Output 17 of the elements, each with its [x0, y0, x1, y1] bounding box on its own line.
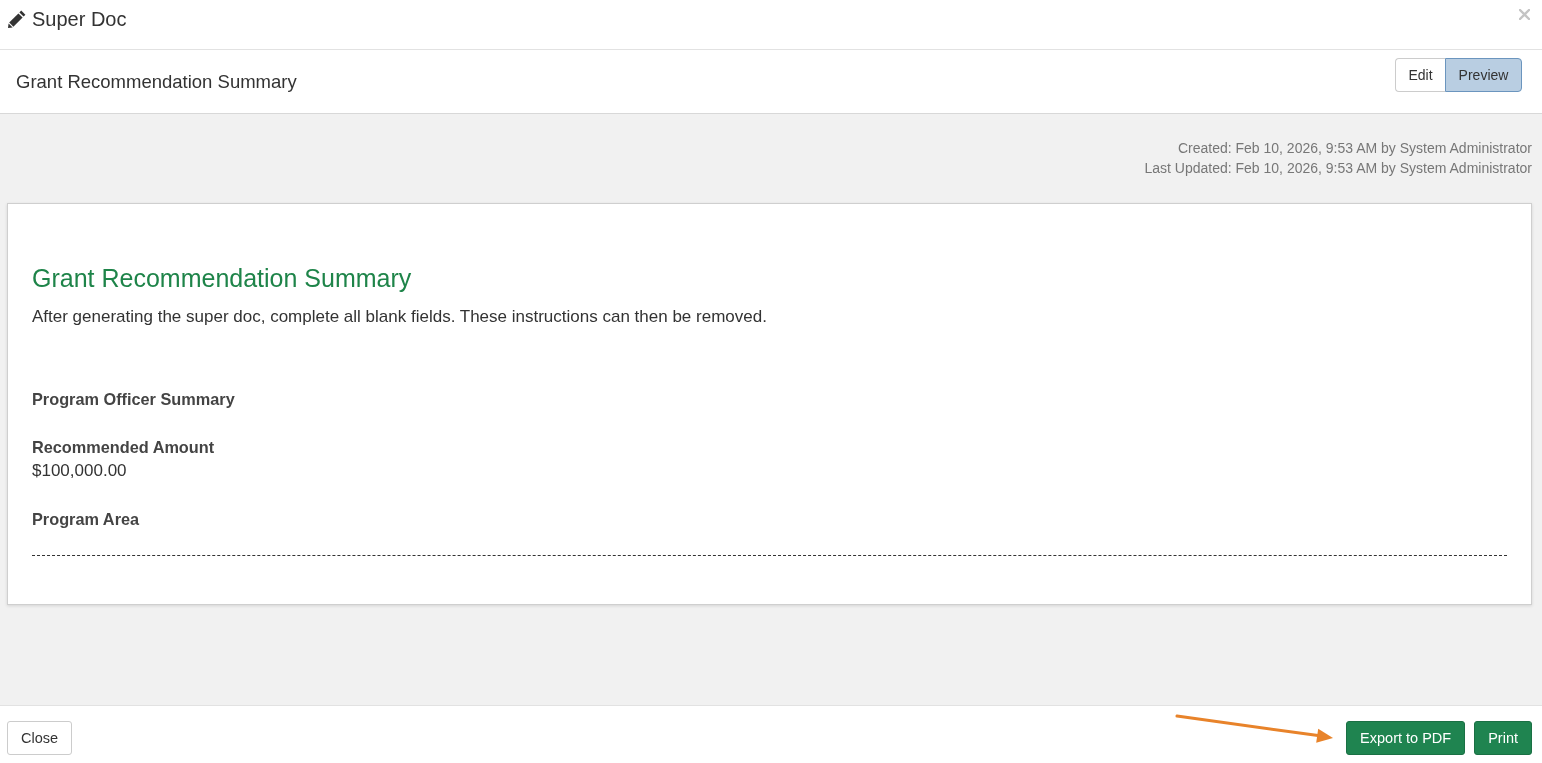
field-label: Program Area: [32, 509, 141, 530]
action-button[interactable]: Print: [1474, 721, 1532, 755]
field-label: Program Officer Summary: [32, 389, 236, 410]
field-label: Recommended Amount: [32, 437, 216, 458]
close-icon[interactable]: [1519, 9, 1530, 20]
document-heading: Grant Recommendation Summary: [32, 263, 413, 293]
document-title: Grant Recommendation Summary: [16, 70, 297, 93]
instructions-text: After generating the super doc, complete all blank fields. These instructions can then be removed.: [32, 306, 768, 328]
field-value: $100,000.00: [32, 460, 128, 482]
timestamp-text: Created: Feb 10, 2026, 9:53 AM by System Administrator: [1176, 139, 1532, 158]
timestamp-text: Last Updated: Feb 10, 2026, 9:53 AM by System Administrator: [1143, 159, 1532, 178]
close-button[interactable]: Close: [7, 721, 73, 755]
action-button[interactable]: Export to PDF: [1346, 721, 1466, 755]
mode-toggle-button[interactable]: Preview: [1445, 57, 1522, 92]
window-title: Super Doc: [32, 7, 127, 31]
pencil-icon: [8, 10, 26, 28]
mode-toggle-button[interactable]: Edit: [1395, 57, 1445, 92]
